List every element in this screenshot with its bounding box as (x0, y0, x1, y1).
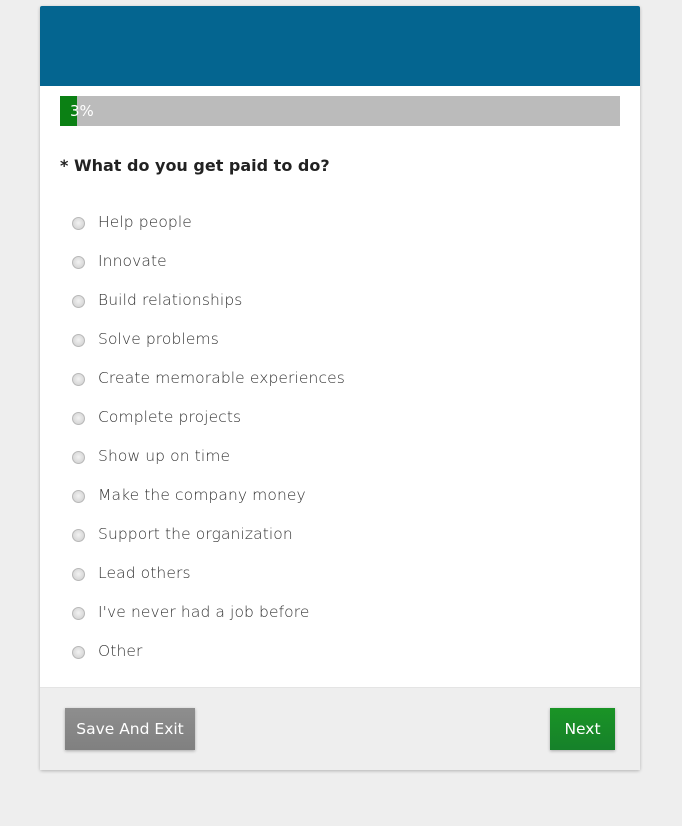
option-create-memorable-experiences[interactable]: Create memorable experiences (72, 358, 345, 397)
option-label: Lead others (98, 563, 191, 582)
radio-button[interactable] (72, 217, 85, 230)
option-label: Build relationships (98, 290, 243, 309)
option-make-company-money[interactable]: Make the company money (72, 475, 345, 514)
radio-button[interactable] (72, 295, 85, 308)
radio-button[interactable] (72, 412, 85, 425)
option-label: I've never had a job before (98, 602, 310, 621)
radio-button[interactable] (72, 373, 85, 386)
survey-card: 3% * What do you get paid to do? Help pe… (40, 6, 640, 770)
option-label: Show up on time (98, 446, 231, 465)
progress-label: 3% (70, 102, 94, 120)
option-help-people[interactable]: Help people (72, 202, 345, 241)
option-complete-projects[interactable]: Complete projects (72, 397, 345, 436)
option-solve-problems[interactable]: Solve problems (72, 319, 345, 358)
option-show-up-on-time[interactable]: Show up on time (72, 436, 345, 475)
option-label: Help people (98, 212, 192, 231)
radio-button[interactable] (72, 568, 85, 581)
option-label: Complete projects (98, 407, 242, 426)
option-label: Create memorable experiences (98, 368, 345, 387)
option-label: Other (98, 641, 143, 660)
question-title: * What do you get paid to do? (60, 156, 330, 175)
radio-button[interactable] (72, 646, 85, 659)
option-build-relationships[interactable]: Build relationships (72, 280, 345, 319)
option-never-had-job[interactable]: I've never had a job before (72, 592, 345, 631)
answer-options: Help people Innovate Build relationships… (72, 202, 345, 670)
save-and-exit-button[interactable]: Save And Exit (65, 708, 195, 750)
survey-footer: Save And Exit Next (40, 687, 640, 770)
option-label: Make the company money (98, 485, 306, 504)
option-label: Innovate (98, 251, 167, 270)
next-button[interactable]: Next (550, 708, 615, 750)
radio-button[interactable] (72, 529, 85, 542)
option-lead-others[interactable]: Lead others (72, 553, 345, 592)
radio-button[interactable] (72, 607, 85, 620)
option-innovate[interactable]: Innovate (72, 241, 345, 280)
option-support-organization[interactable]: Support the organization (72, 514, 345, 553)
radio-button[interactable] (72, 451, 85, 464)
radio-button[interactable] (72, 490, 85, 503)
radio-button[interactable] (72, 334, 85, 347)
progress-bar: 3% (60, 96, 620, 126)
option-label: Solve problems (98, 329, 219, 348)
option-label: Support the organization (98, 524, 293, 543)
survey-header (40, 6, 640, 86)
radio-button[interactable] (72, 256, 85, 269)
option-other[interactable]: Other (72, 631, 345, 670)
